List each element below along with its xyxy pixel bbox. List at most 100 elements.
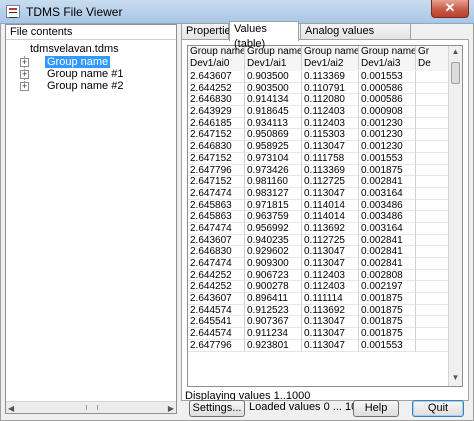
table-cell: 0.113369 (302, 71, 359, 83)
tree-group-node[interactable]: + Group name #2 (20, 80, 176, 92)
table-row[interactable]: 2.647152 0.950869 0.115303 0.001230 (188, 129, 449, 142)
table-cell-empty (416, 258, 449, 270)
table-cell: 0.896411 (245, 293, 302, 305)
tree-group-label: Group name (45, 56, 111, 68)
column-header[interactable]: Group name (359, 46, 416, 58)
table-row[interactable]: 2.646830 0.914134 0.112080 0.000586 (188, 94, 449, 107)
table-cell: 2.644574 (188, 304, 245, 317)
table-row[interactable]: 2.643929 0.918645 0.112403 0.000908 (188, 106, 449, 118)
table-row[interactable]: 2.647152 0.981160 0.112725 0.002841 (188, 176, 449, 188)
table-cell: 0.929602 (245, 246, 302, 258)
table-row[interactable]: 2.647474 0.983127 0.113047 0.003164 (188, 187, 449, 200)
table-cell: 0.907367 (245, 316, 302, 329)
table-row[interactable]: 2.647796 0.923801 0.113047 0.001553 (188, 339, 449, 352)
table-cell: 0.001230 (359, 129, 416, 142)
table-row[interactable]: 2.643607 0.896411 0.111114 0.001875 (188, 293, 449, 305)
scroll-left-icon[interactable]: ◀ (8, 404, 14, 413)
table-cell: 0.113047 (302, 258, 359, 270)
column-header[interactable]: Dev1/ai2 (302, 58, 359, 70)
scroll-thumb[interactable] (451, 62, 460, 84)
column-header[interactable]: Group name (302, 46, 359, 58)
table-cell: 0.111758 (302, 152, 359, 165)
table-cell: 0.001553 (359, 152, 416, 165)
table-cell: 2.644574 (188, 328, 245, 340)
table-row[interactable]: 2.647474 0.909300 0.113047 0.002841 (188, 258, 449, 270)
table-cell: 0.115303 (302, 129, 359, 142)
table-row[interactable]: 2.644252 0.900278 0.112403 0.002197 (188, 281, 449, 294)
file-contents-header: File contents (6, 25, 176, 40)
table-row[interactable]: 2.647474 0.956992 0.113692 0.003164 (188, 222, 449, 235)
tab-values-table[interactable]: Values (table) (229, 21, 299, 50)
table-row[interactable]: 2.645863 0.971815 0.114014 0.003486 (188, 199, 449, 212)
tab-analog-values-graph[interactable]: Analog values (graph) (300, 23, 411, 52)
table-row[interactable]: 2.644574 0.912523 0.113692 0.001875 (188, 304, 449, 317)
table-cell-empty (416, 234, 449, 247)
close-button[interactable]: ✕ (431, 0, 469, 18)
file-contents-tree[interactable]: File contents tdmsvelavan.tdms + Group na… (5, 24, 177, 414)
help-button[interactable]: Help (353, 400, 399, 417)
tab-properties[interactable]: Properties (181, 23, 236, 40)
scroll-thumb[interactable] (86, 405, 98, 410)
table-cell: 0.940235 (245, 234, 302, 247)
scroll-down-icon[interactable]: ▼ (450, 373, 461, 385)
table-cell-empty (416, 339, 449, 352)
column-header[interactable]: Dev1/ai3 (359, 58, 416, 70)
table-cell: 0.903500 (245, 71, 302, 83)
table-body: 2.643607 0.903500 0.113369 0.001553 2.644252… (188, 71, 449, 352)
table-cell: 0.956992 (245, 222, 302, 235)
table-row[interactable]: 2.646830 0.929602 0.113047 0.002841 (188, 246, 449, 258)
table-cell: 0.112403 (302, 117, 359, 130)
table-row[interactable]: 2.643607 0.940235 0.112725 0.002841 (188, 234, 449, 247)
table-row[interactable]: 2.644252 0.903500 0.110791 0.000586 (188, 82, 449, 95)
settings-button[interactable]: Settings... (189, 400, 245, 417)
table-cell: 0.113047 (302, 187, 359, 200)
table-cell: 0.001875 (359, 164, 416, 177)
table-cell-empty (416, 187, 449, 200)
expand-icon[interactable]: + (20, 58, 29, 67)
table-cell: 0.001230 (359, 141, 416, 153)
table-cell-empty (416, 246, 449, 258)
tree-group-node[interactable]: + Group name #1 (20, 68, 176, 80)
expand-icon[interactable]: + (20, 82, 29, 91)
table-row[interactable]: 2.646185 0.934113 0.112403 0.001230 (188, 117, 449, 130)
table-row[interactable]: 2.643607 0.903500 0.113369 0.001553 (188, 71, 449, 83)
table-row[interactable]: 2.644574 0.911234 0.113047 0.001875 (188, 328, 449, 340)
table-cell: 0.973104 (245, 152, 302, 165)
table-cell: 0.934113 (245, 117, 302, 130)
table-cell: 0.114014 (302, 199, 359, 212)
column-header[interactable]: De (416, 58, 449, 70)
table-cell: 0.113692 (302, 304, 359, 317)
table-vertical-scrollbar[interactable]: ▲ ▼ (448, 46, 462, 386)
table-cell: 2.644252 (188, 269, 245, 282)
table-row[interactable]: 2.647796 0.973426 0.113369 0.001875 (188, 164, 449, 177)
table-row[interactable]: 2.645863 0.963759 0.114014 0.003486 (188, 211, 449, 223)
table-row[interactable]: 2.646830 0.958925 0.113047 0.001230 (188, 141, 449, 153)
tree-group-node[interactable]: + Group name (20, 56, 176, 68)
table-cell: 0.906723 (245, 269, 302, 282)
tree-root-file[interactable]: tdmsvelavan.tdms (6, 42, 176, 56)
table-cell: 0.963759 (245, 211, 302, 223)
table-cell: 0.113369 (302, 164, 359, 177)
table-row[interactable]: 2.644252 0.906723 0.112403 0.002808 (188, 269, 449, 282)
expand-icon[interactable]: + (20, 70, 29, 79)
table-row[interactable]: 2.647152 0.973104 0.111758 0.001553 (188, 152, 449, 165)
table-cell: 0.000586 (359, 94, 416, 107)
scroll-right-icon[interactable]: ▶ (168, 404, 174, 413)
column-header[interactable]: Dev1/ai0 (188, 58, 245, 70)
tree-horizontal-scrollbar[interactable]: ◀ ▶ (6, 401, 176, 413)
column-header[interactable]: Gr (416, 46, 449, 58)
quit-button[interactable]: Quit (412, 400, 464, 417)
table-row[interactable]: 2.645541 0.907367 0.113047 0.001875 (188, 316, 449, 329)
column-header[interactable]: Dev1/ai1 (245, 58, 302, 70)
table-cell: 2.645863 (188, 211, 245, 223)
table-cell: 0.003164 (359, 187, 416, 200)
table-cell: 0.911234 (245, 328, 302, 340)
table-cell-empty (416, 211, 449, 223)
table-cell-empty (416, 152, 449, 165)
table-cell: 0.918645 (245, 106, 302, 118)
table-cell: 0.113047 (302, 339, 359, 352)
values-table[interactable]: Group name Group name Group name Group name… (187, 45, 463, 387)
table-cell: 2.646830 (188, 94, 245, 107)
scroll-up-icon[interactable]: ▲ (450, 47, 461, 59)
table-cell: 0.003486 (359, 211, 416, 223)
